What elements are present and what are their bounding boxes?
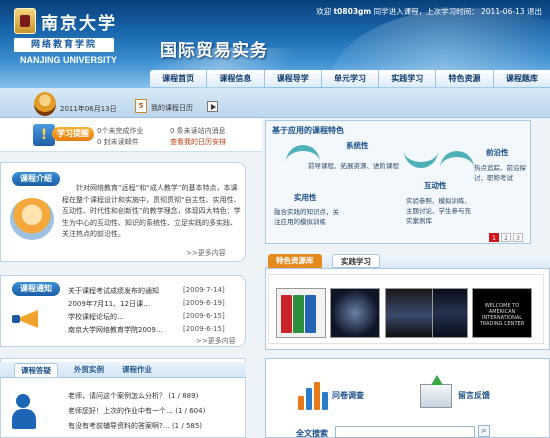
reminder-label: 学习提醒 [52,127,94,141]
tab-trade-cases[interactable]: 外贸实例 [68,363,110,377]
username: t0803gm [333,7,372,16]
nav-question-bank[interactable]: 课程题库 [492,70,550,87]
calendar-icon: 5 [135,99,147,113]
logout-link[interactable]: 退出 [527,7,542,16]
qa-question-count: (1 / 889) [168,392,199,400]
notice-date: [2009-6-19] [183,299,225,307]
university-name-cn: 南京大学 [41,14,117,34]
banner-page-3[interactable]: 3 [513,233,523,242]
notice-more-link[interactable]: >>更多内容 [196,336,236,346]
resource-thumb-video[interactable] [330,288,380,338]
resource-thumb-video[interactable] [385,288,435,338]
welcome-suffix: 同学进入课程，上次学习时间： [373,7,479,16]
student-avatar [34,92,56,116]
course-title: 国际贸易实务 [160,41,268,61]
view-calendar-link[interactable]: 查看我的日历安排 [170,137,226,147]
envelope-icon[interactable] [420,375,452,408]
notice-item[interactable]: 学校课程论坛的… [68,312,124,322]
bar-chart-bar [306,388,312,410]
university-name-en: NANJING UNIVERSITY [20,55,118,65]
frontier-label: 前沿性 [486,148,509,157]
binder-icon [281,295,292,333]
qa-question-count: (1 / 585) [171,422,203,430]
frontier-text: 热点追踪、前沿探讨、职称考试 [474,164,526,182]
nav-course-guide[interactable]: 课程导学 [263,70,321,87]
search-icon[interactable]: ⌕ [478,425,490,437]
qa-question[interactable]: 老师您好！上次的作业中有一个… (1 / 604) [68,406,205,416]
tab-course-homework[interactable]: 课程作业 [116,363,158,377]
search-input[interactable] [335,426,475,438]
qa-question[interactable]: 老师，请问这个案例怎么分析？ (1 / 889) [68,391,198,401]
welcome-bar: 欢迎 t0803gm 同学进入课程，上次学习时间： 2011-06-13 退出 [316,6,542,17]
resource-thumb-binders[interactable] [276,288,326,338]
today-date: 2011年06月13日 [60,105,117,113]
tab-featured-resources[interactable]: 特色资源库 [268,254,322,268]
site-header: 南京大学 网络教育学院 NANJING UNIVERSITY 国际贸易实务 欢迎… [0,0,550,88]
survey-link[interactable]: 问卷调查 [332,390,364,401]
nav-practice[interactable]: 实践学习 [378,70,436,87]
bar-chart-bar [322,392,328,410]
notice-date: [2009-6-15] [183,312,225,320]
system-text: 前导课程、拓展资源、进阶课程 [308,162,399,170]
practical-text: 融合实践的知识点，关注应用的模拟训练 [274,208,339,226]
feedback-link[interactable]: 留言反馈 [458,390,490,401]
school-name: 网络教育学院 [14,38,114,52]
notice-item[interactable]: 2009年7月11、12日课… [68,299,150,309]
notice-date: [2009-6-15] [183,325,225,333]
university-emblem-icon [14,8,36,34]
course-calendar-link[interactable]: 我的课程日历 [151,103,193,113]
notice-item[interactable]: 关于课程考试成绩发布的通知 [68,286,159,296]
banner-title: 基于应用的课程特色 [272,126,344,135]
nav-resources[interactable]: 特色资源 [435,70,493,87]
course-intro-tab[interactable]: 课程介绍 [12,172,60,186]
university-logo[interactable]: 南京大学 网络教育学院 NANJING UNIVERSITY [14,8,142,66]
tab-practice-study[interactable]: 实践学习 [332,254,380,268]
bar-chart-bar [314,382,320,410]
notice-item[interactable]: 南京大学网络教育学院2009… [68,325,163,335]
qa-question-text: 老师，请问这个案例怎么分析？ [68,392,166,400]
nav-course-info[interactable]: 课程信息 [206,70,264,87]
unfinished-homework[interactable]: 0个未完成作业 [97,126,143,136]
banner-page-2[interactable]: 2 [501,233,511,242]
welcome-prefix: 欢迎 [316,7,332,16]
resource-thumb-video[interactable] [432,288,468,338]
notice-date: [2009-7-14] [183,286,225,294]
bar-chart-bar [298,396,304,410]
course-notice-tab[interactable]: 课程通知 [12,282,60,296]
qa-question-text: 有没有考前辅导资料的答案啊?… [68,422,170,430]
binder-icon [305,295,316,333]
play-icon[interactable] [207,101,218,112]
last-visit-date: 2011-06-13 [481,7,525,16]
resource-thumb-video[interactable]: WELCOME TO AMERICAN INTERNATIONAL TRADIN… [472,288,532,338]
tab-course-qa[interactable]: 课程答疑 [14,363,58,377]
qa-question-count: (1 / 604) [175,407,206,415]
nav-unit-study[interactable]: 单元学习 [320,70,379,87]
megaphone-icon [12,308,42,330]
bar-chart-icon[interactable] [298,380,328,410]
qa-question[interactable]: 有没有考前辅导资料的答案啊?… (1 / 585) [68,421,202,431]
system-label: 系统性 [346,141,369,150]
people-icon [12,394,42,432]
binder-icon [293,295,304,333]
unread-mail[interactable]: 0 封未读邮件 [97,137,139,147]
interactive-text: 实验参照、模拟训练、主题讨论、学生参与充实案例库 [406,197,471,225]
intro-more-link[interactable]: >>更多内容 [186,248,226,258]
interactive-label: 互动性 [424,181,447,190]
student-intro-icon [10,198,54,240]
course-intro-text: 针对网络教育“远程”和“成人教学”的基本特点，本课程在整个课程设计和实施中，贯彻… [62,184,241,238]
main-nav: 课程首页 课程信息 课程导学 单元学习 实践学习 特色资源 课程题库 [150,70,550,87]
qa-question-text: 老师您好！上次的作业中有一个… [68,407,173,415]
practical-label: 实用性 [294,193,317,202]
search-label: 全文搜索 [296,429,328,438]
nav-course-home[interactable]: 课程首页 [150,70,207,87]
banner-page-1[interactable]: 1 [489,233,499,242]
unread-messages[interactable]: 0 条未读站内消息 [170,126,226,136]
